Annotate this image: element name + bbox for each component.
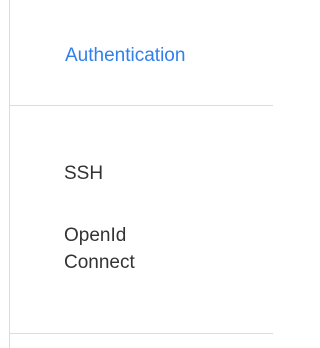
list-item-ssh[interactable]: SSH: [64, 160, 103, 187]
auth-panel: Authentication SSH OpenId Connect: [0, 0, 273, 348]
tab-authentication[interactable]: Authentication: [65, 44, 185, 68]
bottom-divider: [10, 333, 273, 334]
auth-methods-list: SSH OpenId Connect: [10, 106, 273, 333]
list-item-openid-connect[interactable]: OpenId Connect: [64, 222, 184, 276]
tab-header: Authentication: [10, 0, 273, 106]
